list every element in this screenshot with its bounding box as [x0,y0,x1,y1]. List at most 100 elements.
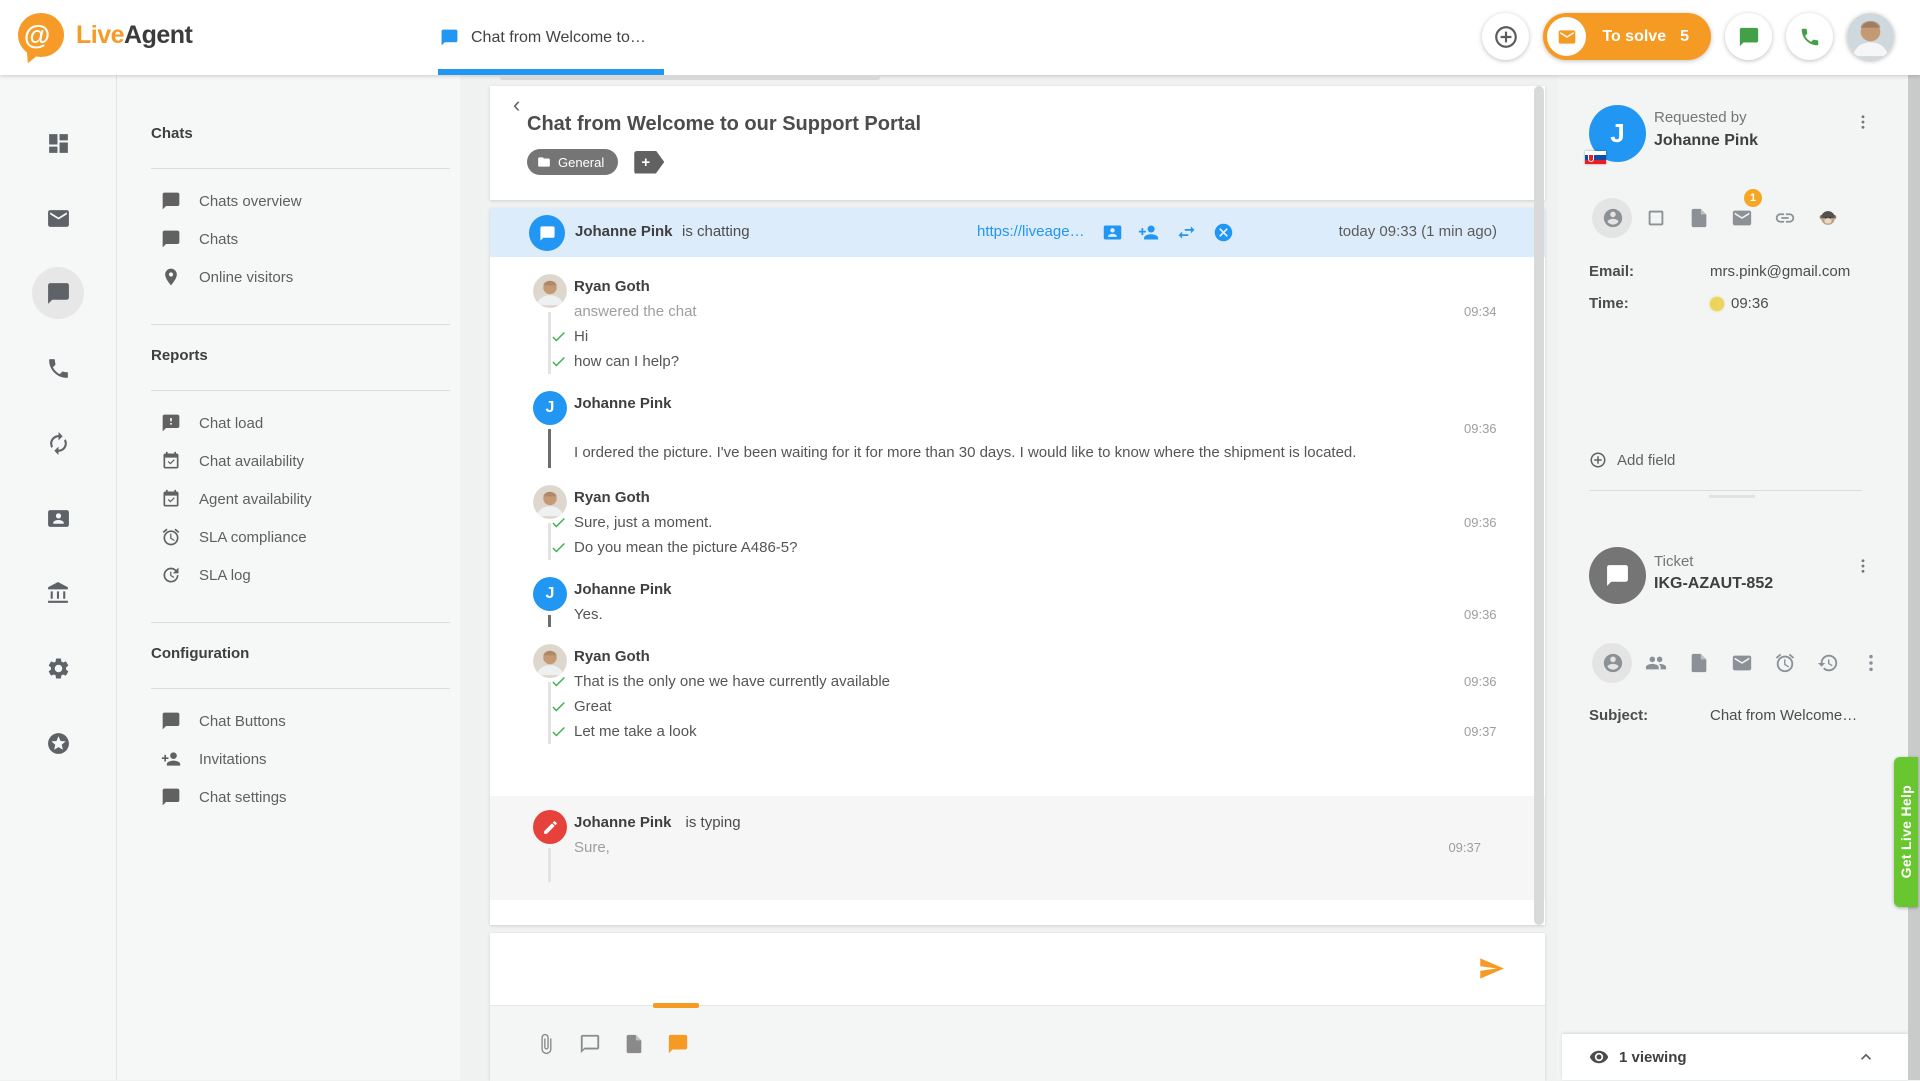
rail-item-sync[interactable] [32,417,84,469]
nav-item-chat-buttons[interactable]: Chat Buttons [151,702,450,740]
compose-chat-outline-icon[interactable] [579,1033,601,1055]
new-ticket-button[interactable] [1482,13,1529,60]
tool-history[interactable] [1806,643,1849,683]
tool-link[interactable] [1763,198,1806,238]
nav-item-sla-log[interactable]: SLA log [151,556,450,594]
nav-divider [151,168,450,169]
ticket-menu-icon[interactable] [1854,557,1872,575]
page-scrollbar[interactable] [1908,75,1920,1080]
check-icon [550,723,567,740]
to-solve-mail-circle [1547,17,1586,56]
get-live-help-button[interactable]: Get Live Help [1894,757,1918,907]
to-solve-button[interactable]: To solve 5 [1543,13,1711,60]
tool-browser[interactable] [1634,198,1677,238]
page-title: Chat from Welcome to our Support Portal [527,113,921,136]
send-button[interactable] [1478,955,1505,982]
message-input[interactable] [490,933,1545,1005]
tool-mail[interactable] [1720,643,1763,683]
chats-button[interactable] [1725,13,1772,60]
nav-item-chats-overview[interactable]: Chats overview [151,182,450,220]
nav-item-invitations[interactable]: Invitations [151,740,450,778]
rail-item-contact-card[interactable] [32,492,84,544]
chat-status-bar: Johanne Pink is chatting https://liveage… [490,208,1545,257]
tool-person-circle[interactable] [1591,198,1634,238]
nav-item-sla-compliance[interactable]: SLA compliance [151,518,450,556]
message-line: Do you mean the picture A486-5? [574,535,1501,560]
tool-note[interactable] [1677,643,1720,683]
compose-attach-icon[interactable] [535,1033,557,1055]
message-group: Ryan Gothanswered the chat09:34Hihow can… [490,265,1545,382]
ticket-header-card: ‹ Chat from Welcome to our Support Porta… [490,86,1545,200]
transfer-icon[interactable] [1176,222,1197,243]
alarm-icon [161,527,181,547]
person-circle-icon [1602,652,1624,674]
tool-people[interactable] [1634,643,1677,683]
compose-chat-tab-icon[interactable] [667,1033,689,1055]
message-line: Sure, just a moment.09:36 [574,510,1501,535]
message-line: how can I help? [574,349,1501,374]
rail-item-dashboard[interactable] [32,117,84,169]
chevron-up-icon[interactable] [1856,1047,1876,1067]
mail-icon [1731,652,1753,674]
check-icon [550,328,567,345]
contact-card-icon [46,506,71,531]
open-ticket-tab[interactable]: Chat from Welcome to… [438,0,666,75]
back-button[interactable]: ‹ [505,88,528,122]
people-icon [1645,652,1667,674]
visitor-page-link[interactable]: https://liveage… [977,223,1085,240]
link-icon [1774,207,1796,229]
sync-icon [46,431,71,456]
rail-item-bank[interactable] [32,567,84,619]
add-field-button[interactable]: Add field [1589,451,1675,469]
requester-name[interactable]: Johanne Pink [1654,132,1758,150]
status-dot-icon [1710,297,1724,311]
add-tag-button[interactable]: + [634,151,664,174]
nav-item-agent-availability[interactable]: Agent availability [151,480,450,518]
note-icon [1688,652,1710,674]
app-logo[interactable]: @ LiveAgent [18,13,192,57]
chat-scrollbar[interactable] [1534,86,1544,925]
calls-button[interactable] [1786,13,1833,60]
nav-item-online-visitors[interactable]: Online visitors [151,258,450,296]
message-author: Ryan Goth [574,644,1501,669]
person-add-icon[interactable] [1138,222,1159,243]
message-group: JJohanne Pink09:36I ordered the picture.… [490,382,1545,476]
tool-person-circle[interactable] [1591,643,1634,683]
plus-circle-icon [1589,451,1607,469]
ticket-id[interactable]: IKG-AZAUT-852 [1654,575,1773,593]
tool-note[interactable] [1677,198,1720,238]
place-icon [161,267,181,287]
nav-item-chat-settings[interactable]: Chat settings [151,778,450,816]
panel-drag-handle[interactable] [1709,495,1755,498]
compose-note-icon[interactable] [623,1033,645,1055]
nav-divider [151,688,450,689]
nav-item-chat-load[interactable]: Chat load [151,404,450,442]
department-tag[interactable]: General [527,149,618,175]
nav-divider [151,390,450,391]
end-chat-icon[interactable] [1213,222,1234,243]
tabstrip-scrollbar[interactable] [500,75,880,80]
tool-more[interactable] [1849,643,1892,683]
contact-card-icon[interactable] [1102,222,1123,243]
field-row: Email:mrs.pink@gmail.com [1589,263,1878,285]
user-avatar[interactable] [1847,13,1894,60]
nav-item-chats[interactable]: Chats [151,220,450,258]
tool-mailchimp[interactable] [1806,198,1849,238]
tool-mail[interactable]: 1 [1720,198,1763,238]
requester-menu-icon[interactable] [1854,113,1872,131]
rail-item-star-circle[interactable] [32,717,84,769]
nav-item-chat-availability[interactable]: Chat availability [151,442,450,480]
chat-alert-icon [161,413,181,433]
viewing-bar[interactable]: 1 viewing [1562,1034,1908,1080]
logo-text: LiveAgent [76,21,192,50]
compose-card [490,933,1545,1080]
mail-icon [1731,207,1753,229]
rail-item-chat[interactable] [32,267,84,319]
note-icon [1688,207,1710,229]
rail-item-mail[interactable] [32,192,84,244]
chat-icon [1738,26,1760,48]
check-icon [550,539,567,556]
rail-item-phone[interactable] [32,342,84,394]
rail-item-gear[interactable] [32,642,84,694]
tool-alarm[interactable] [1763,643,1806,683]
